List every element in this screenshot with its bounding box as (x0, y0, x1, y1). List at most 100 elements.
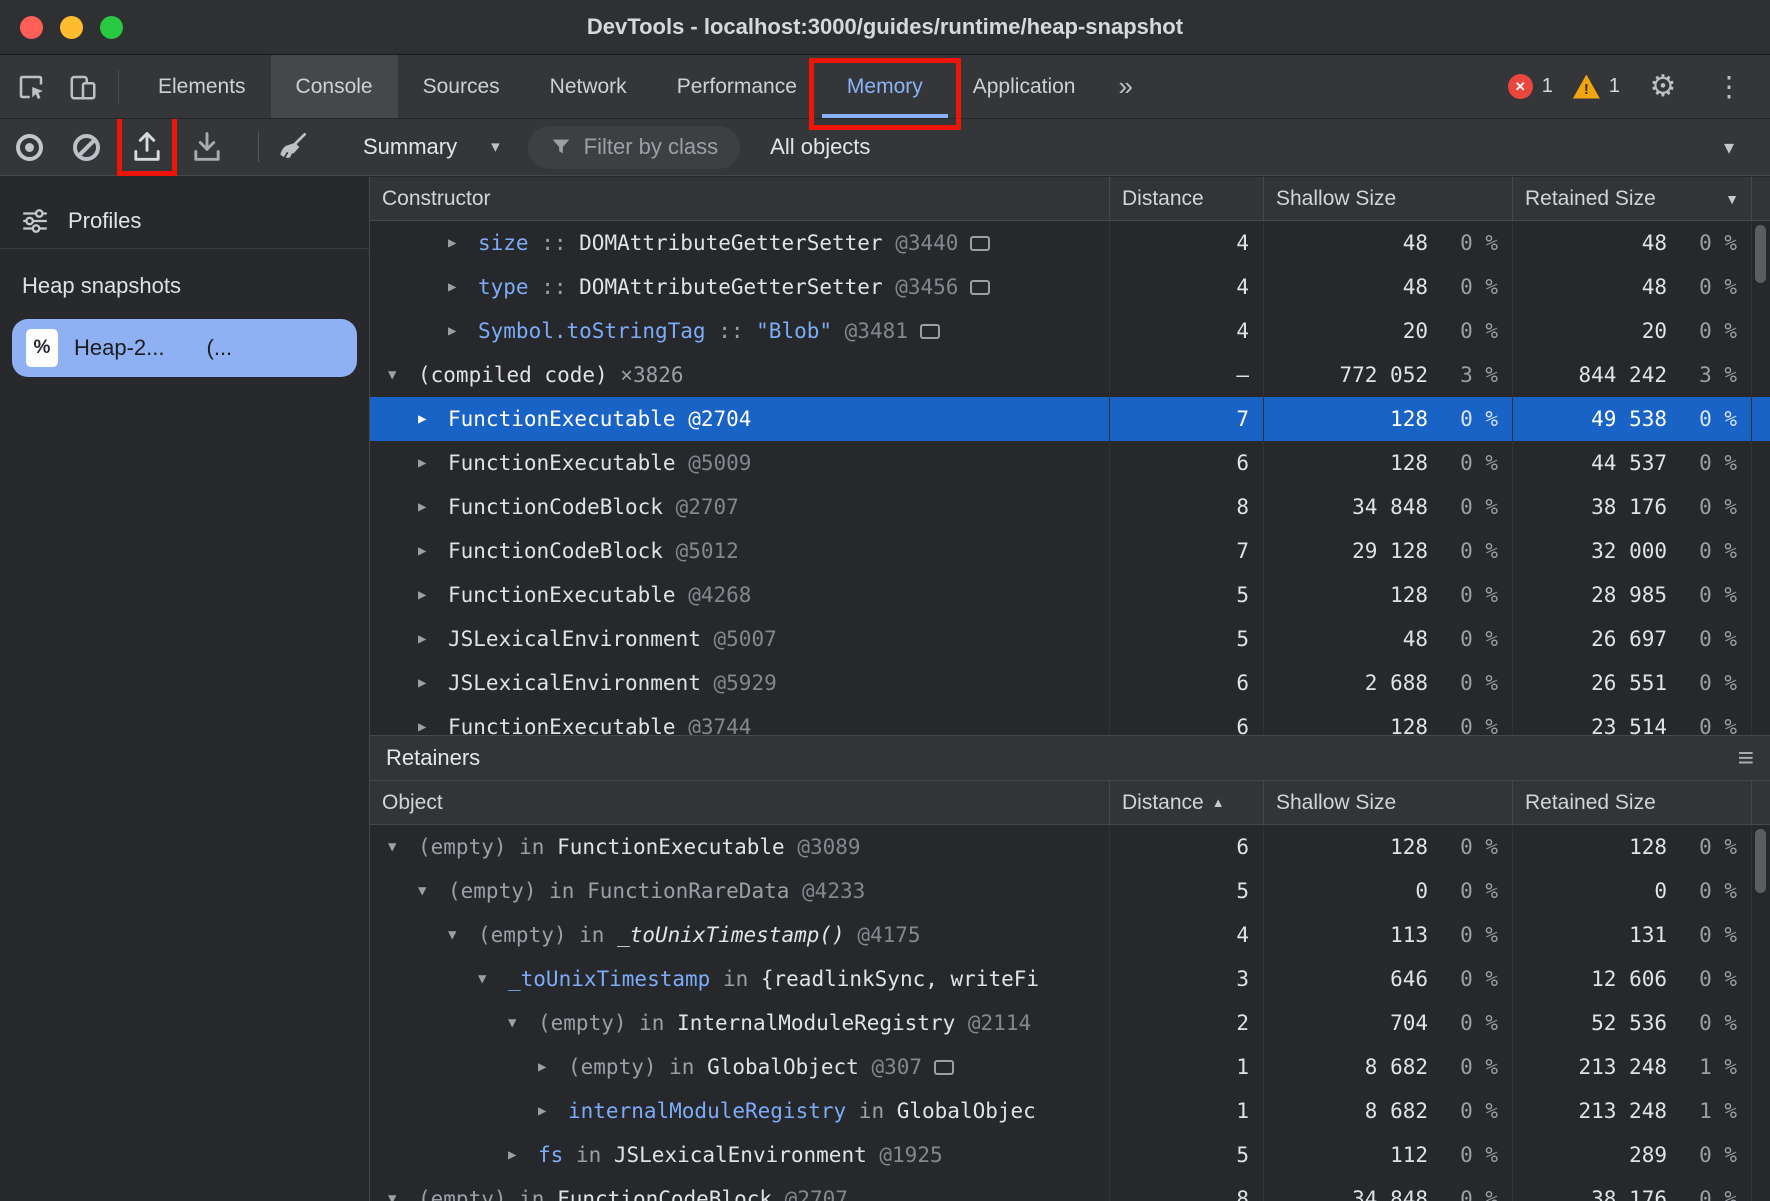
size-value: 128 (1264, 451, 1428, 475)
toolbar-overflow-button[interactable]: ▾ (1724, 135, 1754, 160)
save-profile-button[interactable] (188, 128, 226, 166)
column-header-shallow-size[interactable]: Shallow Size (1264, 177, 1513, 220)
retainer-row[interactable]: ▼(empty) in InternalModuleRegistry @2114… (370, 1001, 1770, 1045)
expand-icon[interactable]: ▶ (418, 543, 448, 559)
distance-cell: 8 (1110, 1177, 1264, 1201)
retained-size-cell: 26 5510 % (1513, 661, 1752, 705)
zoom-window-button[interactable] (100, 16, 123, 39)
collapse-icon[interactable]: ▼ (388, 839, 418, 855)
minimize-window-button[interactable] (60, 16, 83, 39)
retainer-row[interactable]: ▼(empty) in FunctionRareData @4233500 %0… (370, 869, 1770, 913)
heap-snapshot-item[interactable]: % Heap-2... (... (12, 319, 357, 377)
row-text: in (563, 1143, 614, 1167)
tab-application[interactable]: Application (948, 55, 1101, 118)
retainer-row[interactable]: ▼(empty) in FunctionExecutable @30896128… (370, 825, 1770, 869)
hamburger-menu-icon[interactable]: ≡ (1738, 744, 1754, 772)
reveal-in-summary-icon[interactable] (920, 324, 940, 339)
retainer-row[interactable]: ▼(empty) in _toUnixTimestamp() @41754113… (370, 913, 1770, 957)
shallow-size-cell: 00 % (1264, 869, 1513, 913)
constructor-row[interactable]: ▶type :: DOMAttributeGetterSetter @34564… (370, 265, 1770, 309)
constructor-row[interactable]: ▶FunctionCodeBlock @2707834 8480 %38 176… (370, 485, 1770, 529)
expand-icon[interactable]: ▶ (538, 1103, 568, 1119)
warning-badge[interactable]: ! 1 (1573, 75, 1620, 99)
retainer-row[interactable]: ▶internalModuleRegistry in GlobalObjec18… (370, 1089, 1770, 1133)
tab-console[interactable]: Console (271, 55, 398, 118)
tab-network[interactable]: Network (525, 55, 652, 118)
error-badge[interactable]: ✕ 1 (1508, 74, 1553, 99)
constructor-row[interactable]: ▶FunctionExecutable @270471280 %49 5380 … (370, 397, 1770, 441)
column-header-retained-size[interactable]: Retained Size ▼ (1513, 177, 1752, 220)
constructor-row[interactable]: ▶FunctionCodeBlock @5012729 1280 %32 000… (370, 529, 1770, 573)
collapse-icon[interactable]: ▼ (508, 1015, 538, 1031)
expand-icon[interactable]: ▶ (418, 587, 448, 603)
more-tabs-button[interactable]: » (1100, 55, 1150, 118)
constructor-row[interactable]: ▶JSLexicalEnvironment @50075480 %26 6970… (370, 617, 1770, 661)
constructor-row[interactable]: ▶size :: DOMAttributeGetterSetter @34404… (370, 221, 1770, 265)
main-menu-button[interactable]: ⋮ (1706, 64, 1752, 110)
column-header-shallow-size[interactable]: Shallow Size (1264, 781, 1513, 824)
column-header-distance[interactable]: Distance (1110, 177, 1264, 220)
retainer-row[interactable]: ▶(empty) in GlobalObject @30718 6820 %21… (370, 1045, 1770, 1089)
row-text: _toUnixTimestamp() (617, 923, 845, 947)
retainer-row[interactable]: ▼_toUnixTimestamp in {readlinkSync, writ… (370, 957, 1770, 1001)
expand-icon[interactable]: ▶ (418, 455, 448, 471)
constructor-row[interactable]: ▼(compiled code) ×3826–772 0523 %844 242… (370, 353, 1770, 397)
close-window-button[interactable] (20, 16, 43, 39)
collapse-icon[interactable]: ▼ (478, 971, 508, 987)
toggle-device-toolbar-button[interactable] (60, 64, 106, 110)
constructors-scrollbar-thumb[interactable] (1755, 225, 1766, 283)
retained-size-cell: 38 1760 % (1513, 485, 1752, 529)
size-percent: 0 % (1428, 1055, 1512, 1079)
size-percent: 0 % (1667, 967, 1751, 991)
expand-icon[interactable]: ▶ (538, 1059, 568, 1075)
reveal-in-summary-icon[interactable] (970, 236, 990, 251)
collapse-icon[interactable]: ▼ (388, 367, 418, 383)
collapse-icon[interactable]: ▼ (418, 883, 448, 899)
collapse-icon[interactable]: ▼ (448, 927, 478, 943)
reveal-in-summary-icon[interactable] (934, 1060, 954, 1075)
collapse-icon[interactable]: ▼ (388, 1191, 418, 1201)
objects-scope-select[interactable]: All objects (770, 134, 870, 160)
collect-garbage-button[interactable] (275, 129, 311, 165)
tab-performance[interactable]: Performance (652, 55, 822, 118)
retained-size-cell: 480 % (1513, 265, 1752, 309)
expand-icon[interactable]: ▶ (448, 323, 478, 339)
expand-icon[interactable]: ▶ (418, 675, 448, 691)
column-header-retained-size[interactable]: Retained Size (1513, 781, 1752, 824)
row-text: FunctionRareData (587, 879, 789, 903)
row-text: size (478, 231, 529, 255)
expand-icon[interactable]: ▶ (418, 499, 448, 515)
class-filter-input[interactable]: Filter by class (528, 126, 740, 169)
constructor-row[interactable]: ▶Symbol.toStringTag :: "Blob" @34814200 … (370, 309, 1770, 353)
expand-icon[interactable]: ▶ (418, 631, 448, 647)
retainers-scrollbar-thumb[interactable] (1755, 829, 1766, 893)
row-text: @4268 (676, 583, 752, 607)
tab-memory[interactable]: Memory (822, 55, 948, 118)
constructor-row[interactable]: ▶JSLexicalEnvironment @592962 6880 %26 5… (370, 661, 1770, 705)
expand-icon[interactable]: ▶ (418, 411, 448, 427)
clear-profiles-button[interactable] (73, 134, 128, 161)
column-header-distance[interactable]: Distance ▲ (1110, 781, 1264, 824)
constructor-row[interactable]: ▶FunctionExecutable @374461280 %23 5140 … (370, 705, 1770, 735)
inspect-element-button[interactable] (8, 64, 54, 110)
retainer-row[interactable]: ▼(empty) in FunctionCodeBlock @2707834 8… (370, 1177, 1770, 1201)
tab-sources[interactable]: Sources (398, 55, 525, 118)
column-header-constructor[interactable]: Constructor (370, 177, 1110, 220)
shallow-size-cell: 29 1280 % (1264, 529, 1513, 573)
settings-button[interactable]: ⚙ (1640, 64, 1686, 110)
expand-icon[interactable]: ▶ (448, 235, 478, 251)
reveal-in-summary-icon[interactable] (970, 280, 990, 295)
expand-icon[interactable]: ▶ (508, 1147, 538, 1163)
scrollbar-spacer (1752, 309, 1770, 353)
shallow-size-cell: 8 6820 % (1264, 1045, 1513, 1089)
retainer-row[interactable]: ▶fs in JSLexicalEnvironment @192551120 %… (370, 1133, 1770, 1177)
constructor-row[interactable]: ▶FunctionExecutable @426851280 %28 9850 … (370, 573, 1770, 617)
expand-icon[interactable]: ▶ (448, 279, 478, 295)
perspective-select[interactable]: Summary ▾ (363, 134, 500, 160)
load-profile-button[interactable] (128, 128, 166, 166)
constructor-row[interactable]: ▶FunctionExecutable @500961280 %44 5370 … (370, 441, 1770, 485)
record-heap-snapshot-button[interactable] (16, 134, 73, 161)
tab-elements[interactable]: Elements (133, 55, 271, 118)
expand-icon[interactable]: ▶ (418, 719, 448, 735)
column-header-object[interactable]: Object (370, 781, 1110, 824)
